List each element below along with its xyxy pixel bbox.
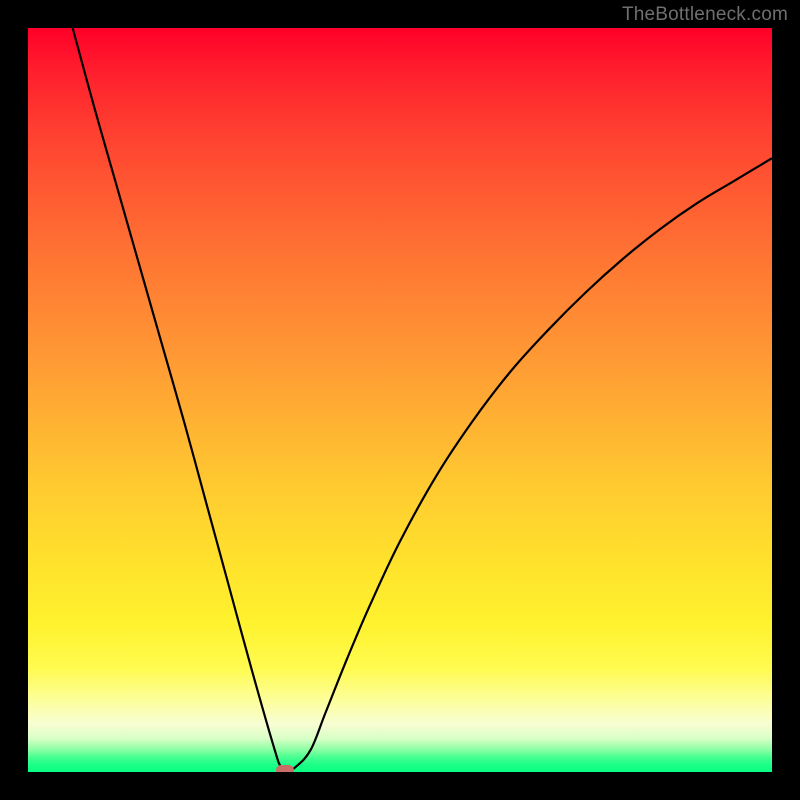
chart-frame: TheBottleneck.com (0, 0, 800, 800)
watermark-text: TheBottleneck.com (622, 4, 788, 26)
curve-svg (28, 28, 772, 772)
bottleneck-curve (73, 28, 772, 770)
plot-area (28, 28, 772, 772)
minimum-marker (276, 765, 294, 772)
